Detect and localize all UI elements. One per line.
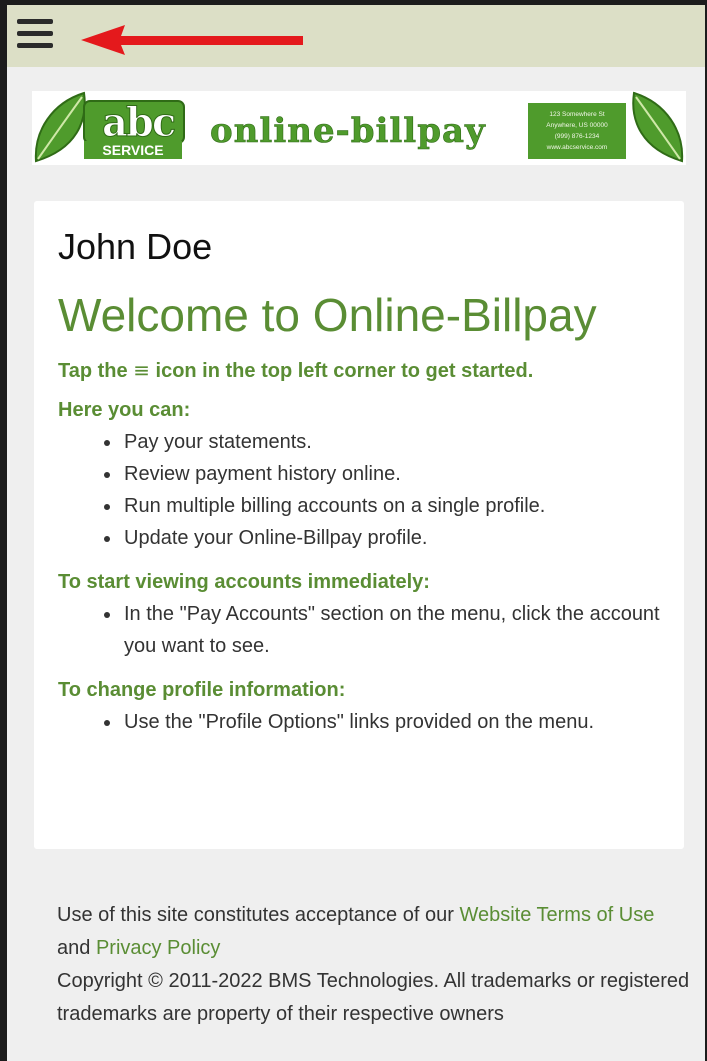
privacy-policy-link[interactable]: Privacy Policy [96,937,220,959]
tap-text-after: icon in the top left corner to get start… [149,360,534,382]
list-item: Use the "Profile Options" links provided… [122,706,660,738]
site-footer: Use of this site constitutes acceptance … [57,899,693,1031]
address-line: Anywhere, US 00000 [546,122,608,129]
address-line: (999) 876-1234 [554,133,600,140]
list-item: Review payment history online. [122,458,660,490]
user-name: John Doe [58,226,213,267]
list-item: In the "Pay Accounts" section on the men… [122,598,660,662]
browser-frame: abc SERVICE online-billpay 123 Somewhere… [0,0,707,1061]
menu-glyph-icon: ≡ [133,358,150,382]
and-text: and [57,937,96,959]
top-bar [7,5,705,67]
address-line: www.abcservice.com [546,144,608,151]
copyright-text: Copyright © 2011-2022 BMS Technologies. … [57,970,690,1025]
list-item: Pay your statements. [122,426,660,458]
hamburger-menu-icon[interactable] [17,19,53,51]
terms-of-use-link[interactable]: Website Terms of Use [459,904,654,926]
page-title: Welcome to Online-Billpay [58,289,597,341]
acceptance-text: Use of this site constitutes acceptance … [57,904,460,926]
address-line: 123 Somewhere St [549,111,605,118]
address-box: 123 Somewhere St Anywhere, US 00000 (999… [528,103,626,159]
site-banner: abc SERVICE online-billpay 123 Somewhere… [32,91,686,165]
feature-list: Pay your statements. Review payment hist… [58,426,660,554]
accounts-list: In the "Pay Accounts" section on the men… [58,598,660,662]
logo-title: online-billpay [210,111,486,152]
profile-list: Use the "Profile Options" links provided… [58,706,660,738]
tap-text-before: Tap the [58,360,134,382]
red-arrow-icon [81,25,303,55]
welcome-card: John Doe Welcome to Online-Billpay Tap t… [34,201,684,849]
list-item: Update your Online-Billpay profile. [122,522,660,554]
section-heading: To start viewing accounts immediately: [58,571,430,593]
tap-instruction: Tap the ≡ icon in the top left corner to… [58,357,660,384]
logo-abc: abc [101,99,176,147]
list-item: Run multiple billing accounts on a singl… [122,490,660,522]
section-heading: To change profile information: [58,679,346,701]
logo-service: SERVICE [84,141,182,159]
section-heading: Here you can: [58,399,191,421]
